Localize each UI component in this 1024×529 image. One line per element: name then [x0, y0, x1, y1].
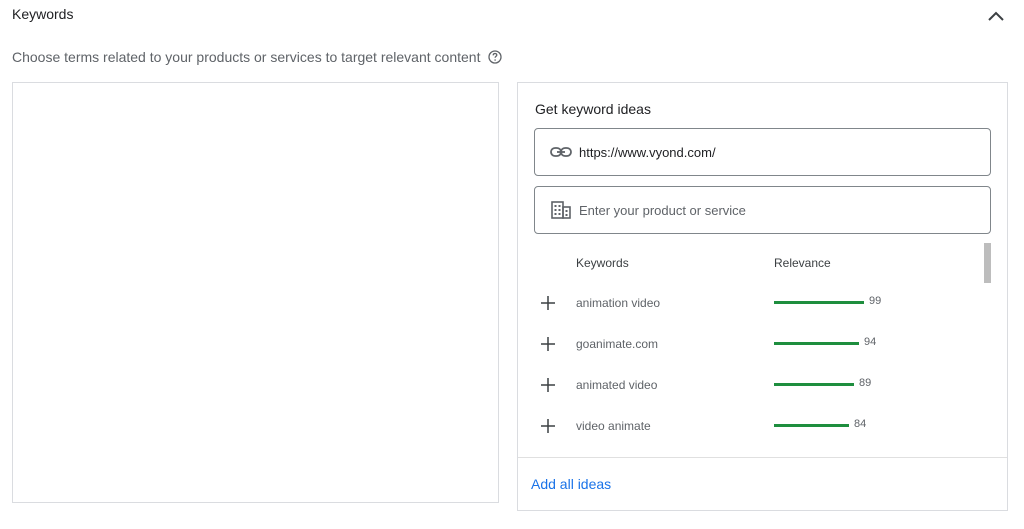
relevance-column-header: Relevance: [774, 256, 831, 270]
plus-icon: [541, 296, 555, 310]
section-title: Keywords: [12, 6, 74, 22]
add-keyword-button[interactable]: [534, 330, 562, 358]
relevance-bar: [774, 301, 864, 304]
relevance-bar: [774, 383, 854, 386]
collapse-button[interactable]: [984, 6, 1008, 26]
help-icon[interactable]: [488, 50, 503, 64]
keywords-textarea[interactable]: [12, 82, 499, 503]
plus-icon: [541, 378, 555, 392]
description-text: Choose terms related to your products or…: [12, 49, 481, 65]
url-field[interactable]: https://www.vyond.com/: [534, 128, 991, 176]
relevance-score: 89: [859, 377, 872, 389]
add-keyword-button[interactable]: [534, 371, 562, 399]
keyword-text: animated video: [576, 378, 658, 392]
plus-icon: [541, 419, 555, 433]
keyword-text: animation video: [576, 296, 661, 310]
product-service-field[interactable]: Enter your product or service: [534, 186, 991, 234]
keyword-text: goanimate.com: [576, 337, 659, 351]
chevron-up-icon: [988, 11, 1004, 21]
plus-icon: [541, 337, 555, 351]
keyword-ideas-panel: Get keyword ideas https://www.vyond.com/: [517, 82, 1008, 511]
add-keyword-button[interactable]: [534, 412, 562, 440]
add-keyword-button[interactable]: [534, 289, 562, 317]
keyword-idea-row: animation video 99: [534, 283, 974, 323]
relevance-bar: [774, 342, 859, 345]
keyword-idea-row: video animate 84: [534, 406, 974, 446]
scrollbar-thumb[interactable]: [984, 243, 991, 283]
link-icon: [549, 140, 573, 164]
ideas-title: Get keyword ideas: [535, 101, 651, 117]
relevance-score: 94: [864, 336, 877, 348]
product-placeholder: Enter your product or service: [579, 202, 746, 218]
keywords-column-header: Keywords: [576, 256, 629, 270]
relevance-score: 99: [869, 295, 882, 307]
keyword-idea-row: animated video 89: [534, 365, 974, 405]
relevance-bar: [774, 424, 849, 427]
add-all-ideas-button[interactable]: Add all ideas: [531, 476, 611, 492]
keyword-idea-row: goanimate.com 94: [534, 324, 974, 364]
relevance-score: 84: [854, 418, 867, 430]
url-value: https://www.vyond.com/: [579, 144, 716, 160]
building-icon: [549, 198, 573, 222]
divider: [518, 457, 1007, 458]
keyword-text: video animate: [576, 419, 651, 433]
section-description: Choose terms related to your products or…: [12, 49, 503, 65]
